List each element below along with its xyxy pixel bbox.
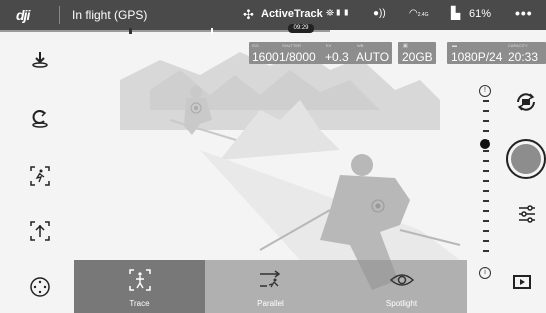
ev-label: EV (326, 43, 332, 48)
slider-tick (483, 160, 489, 162)
shutter-button-inner (511, 144, 541, 174)
mode-label: Spotlight (385, 299, 418, 308)
slider-tick (483, 220, 489, 222)
mode-trace[interactable]: Trace (74, 260, 205, 313)
slider-tick (483, 130, 489, 132)
battery-icon: ▙ (451, 6, 461, 20)
exposure-info-panel[interactable]: ISO 1600 SHUTTER 1/8000 EV +0.3 WB AUTO (249, 42, 392, 64)
slider-tick (483, 200, 489, 202)
iso-label: ISO (252, 43, 259, 48)
return-home-icon (32, 110, 48, 128)
tap-fly-button[interactable] (27, 218, 53, 244)
flight-time: 09:29 (288, 24, 314, 33)
slider-tick (483, 210, 489, 212)
camera-view-screen: dji In flight (GPS) ✣ ActiveTrack ⛯▮▮ ●)… (0, 0, 546, 313)
flight-timeline (0, 28, 330, 34)
wb-label: WB (357, 43, 364, 48)
dji-logo: dji (16, 7, 30, 23)
mode-spotlight[interactable]: Spotlight (336, 260, 467, 313)
camera-settings-icon (519, 205, 535, 223)
flight-status[interactable]: In flight (GPS) (72, 8, 147, 22)
trace-icon (128, 269, 151, 291)
mode-label: Trace (129, 299, 150, 308)
ev-value: +0.3 (325, 50, 349, 64)
top-status-bar: dji In flight (GPS) ✣ ActiveTrack ⛯▮▮ ●)… (0, 0, 546, 30)
timeline-marker (129, 28, 132, 34)
remote-signal-icon: ◠2.4G (409, 8, 429, 19)
more-modes-button[interactable] (27, 274, 53, 300)
gimbal-slider-knob[interactable] (480, 139, 490, 149)
active-track-button[interactable] (27, 163, 53, 189)
slider-tick (483, 240, 489, 242)
takeoff-land-icon (32, 52, 48, 68)
gimbal-slider[interactable] (483, 100, 489, 258)
slider-tick (483, 170, 489, 172)
switch-camera-button[interactable] (514, 90, 538, 114)
capacity-label: CAPACITY (508, 43, 528, 48)
zoom-in-icon[interactable]: ! (479, 85, 491, 97)
storage-info: ▣ 20GB (398, 42, 436, 64)
remote-signal-band: 2.4G (417, 12, 429, 18)
resolution-value: 1080P/24 (451, 50, 503, 64)
track-person-icon (30, 166, 50, 186)
mode-label: Parallel (257, 299, 284, 308)
slider-tick (483, 150, 489, 152)
iso-value: 1600 (252, 50, 279, 64)
slider-tick (483, 230, 489, 232)
shutter-value: 1/8000 (279, 50, 316, 64)
sd-card-icon: ▣ (403, 43, 408, 49)
capacity-value: 20:33 (508, 50, 539, 64)
playback-icon (520, 279, 525, 285)
camera-settings-button[interactable] (516, 203, 538, 225)
video-signal-icon: ●)) (373, 8, 386, 19)
drone-icon: ✣ (243, 7, 254, 22)
slider-tick (483, 120, 489, 122)
satellite-signal-icon: ⛯▮▮ (326, 8, 350, 19)
video-icon: ▬ (452, 43, 457, 49)
wb-value: AUTO (356, 50, 390, 64)
slider-tick (483, 100, 489, 102)
flight-mode-label[interactable]: ActiveTrack (261, 8, 323, 20)
more-menu-button[interactable]: ••• (515, 5, 533, 21)
slider-tick (483, 110, 489, 112)
topbar-divider (59, 6, 60, 24)
intelligent-mode-bar: Trace Parallel Spotlight (74, 260, 467, 313)
shutter-button[interactable] (506, 139, 546, 179)
battery-percentage: 61% (469, 8, 492, 20)
slider-tick (483, 180, 489, 182)
track-target-icon (30, 221, 50, 241)
spotlight-icon (389, 274, 414, 286)
more-modes-icon (30, 277, 50, 297)
mode-parallel[interactable]: Parallel (205, 260, 336, 313)
slider-tick (483, 250, 489, 252)
takeoff-land-button[interactable] (27, 46, 53, 72)
playback-button[interactable] (513, 275, 531, 289)
switch-camera-icon (517, 93, 535, 111)
parallel-icon (259, 270, 280, 288)
shutter-label: SHUTTER (282, 43, 301, 48)
return-home-button[interactable] (27, 105, 53, 131)
slider-tick (483, 190, 489, 192)
zoom-out-icon[interactable]: i (479, 267, 491, 279)
storage-value: 20GB (402, 50, 433, 64)
timeline-marker (211, 28, 213, 34)
recording-info: ▬ 1080P/24 CAPACITY 20:33 (447, 42, 546, 64)
